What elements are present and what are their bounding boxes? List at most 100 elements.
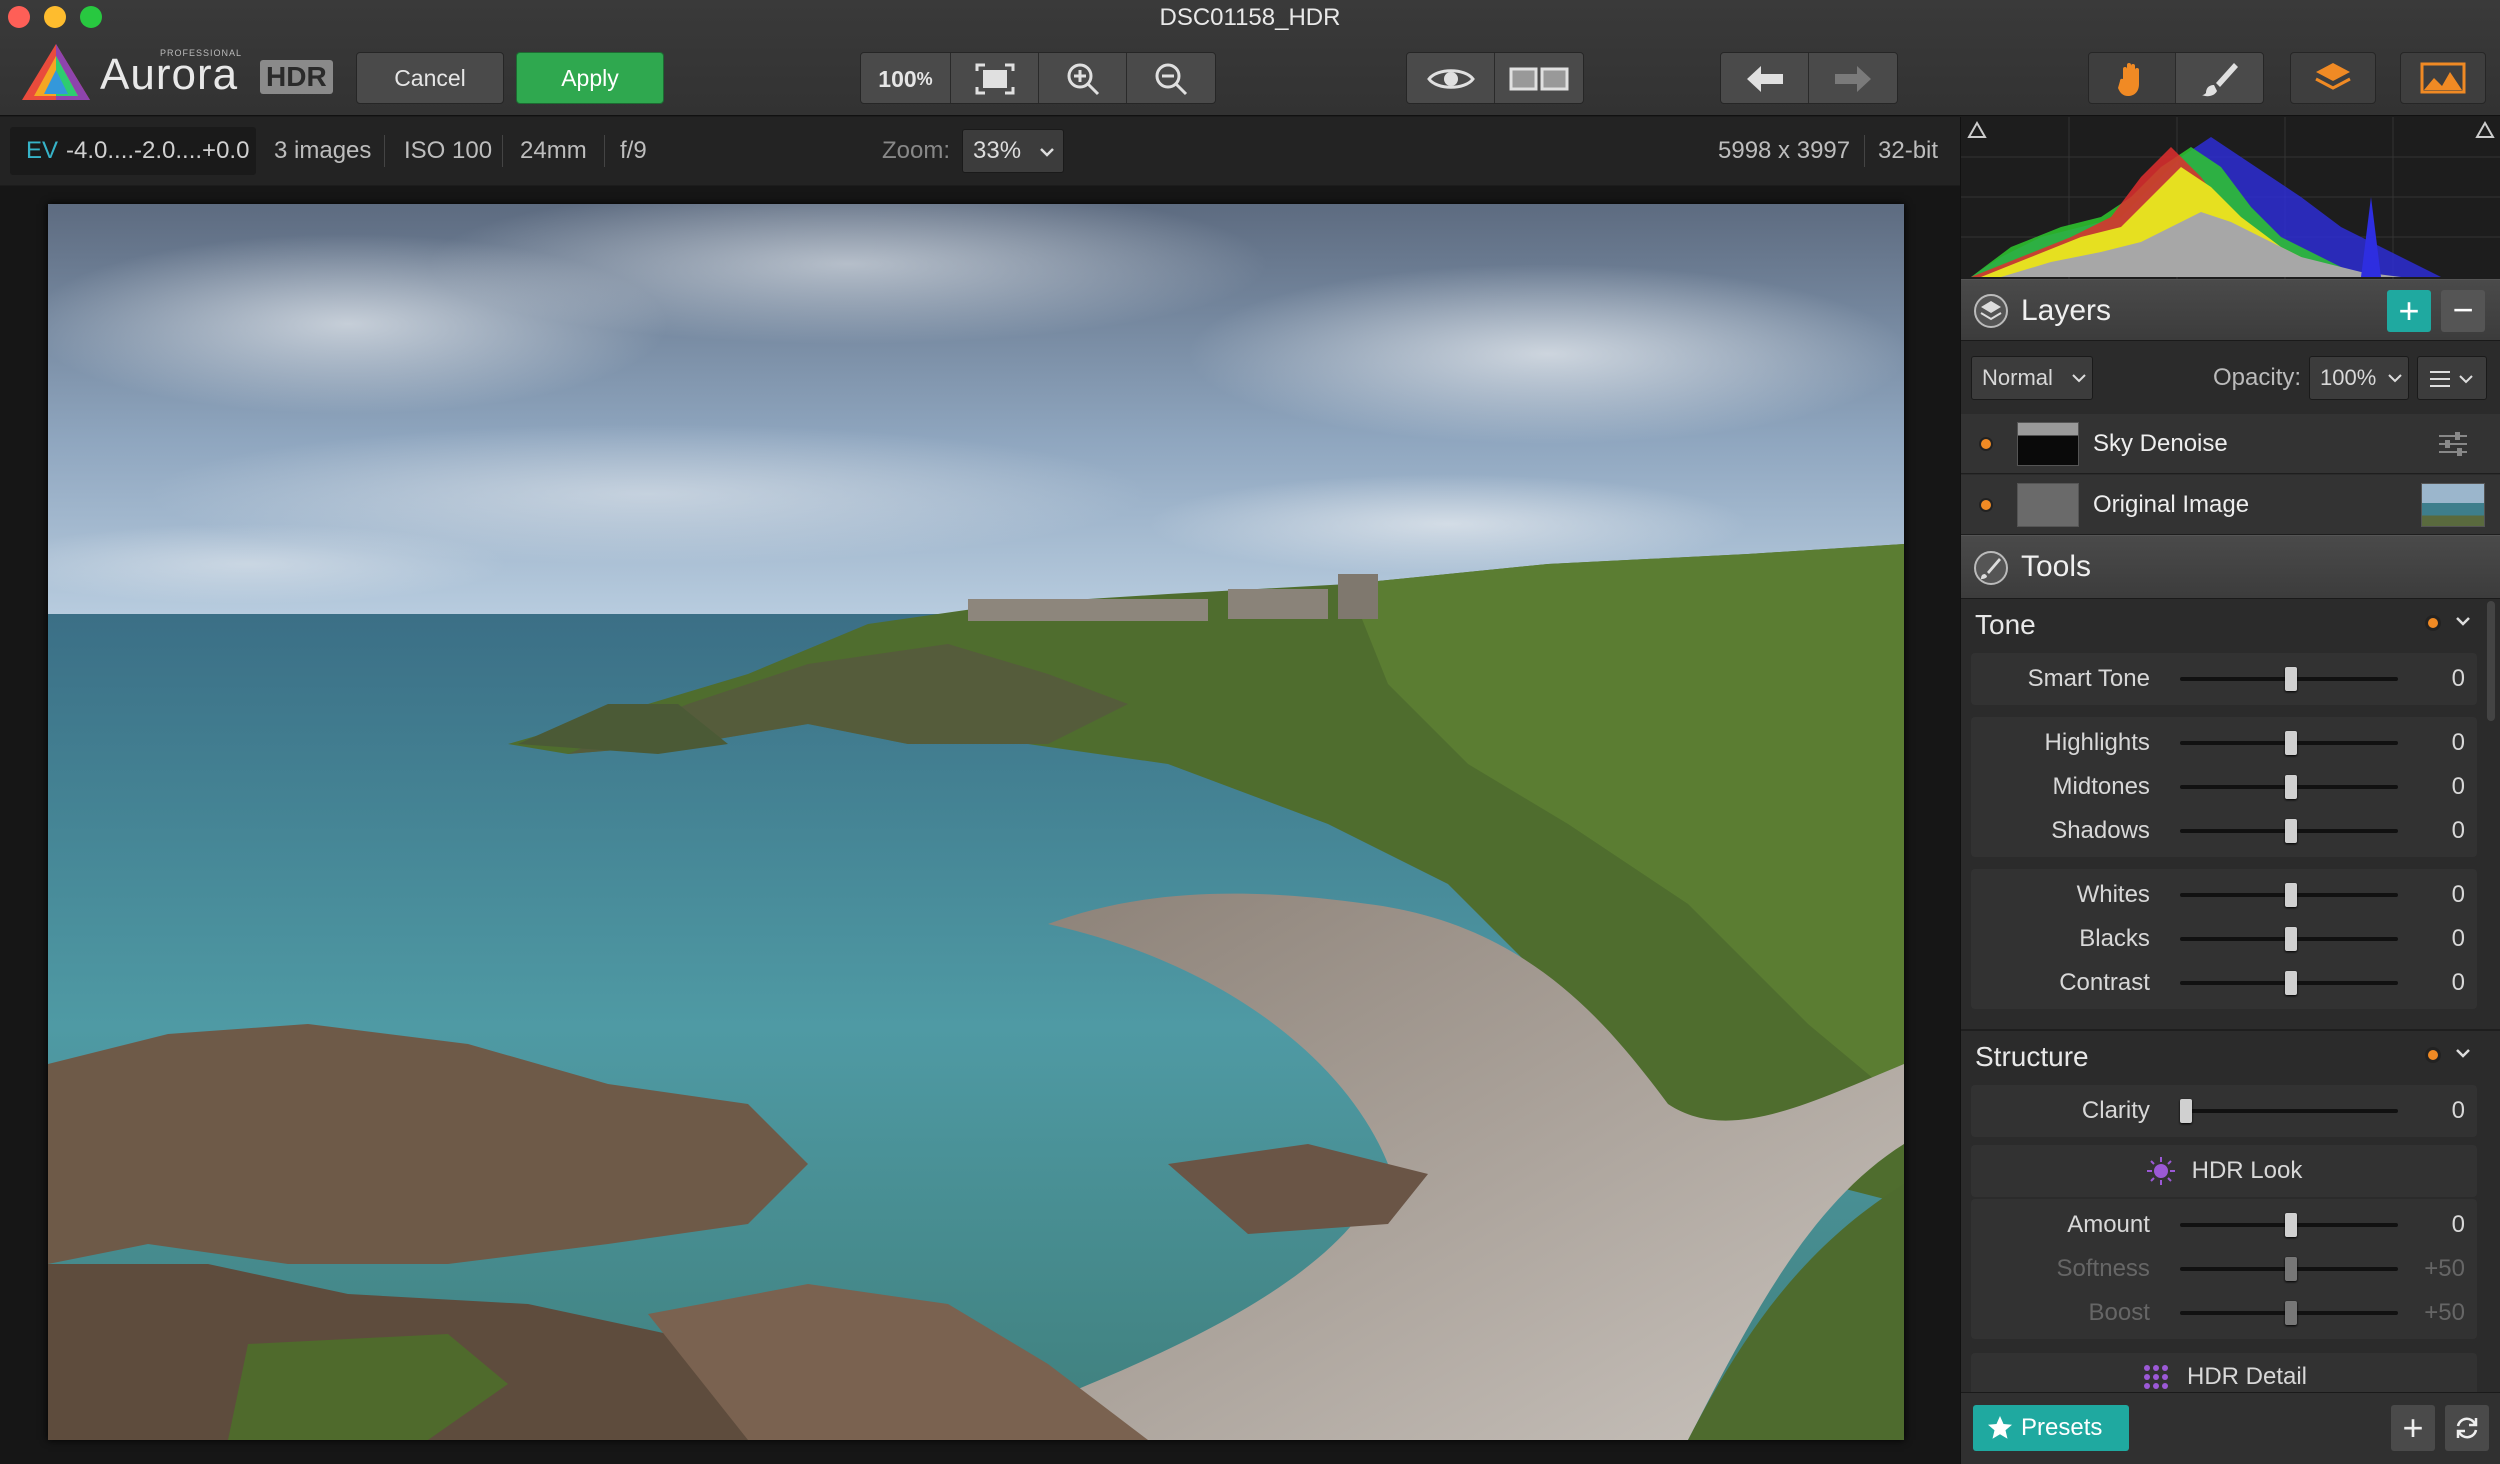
divider xyxy=(1864,135,1865,167)
slider-handle[interactable] xyxy=(2284,731,2297,755)
divider xyxy=(502,135,503,167)
slider-track[interactable] xyxy=(2179,1257,2399,1281)
compare-button[interactable] xyxy=(1495,53,1583,103)
zoom-out-button[interactable] xyxy=(1127,53,1215,103)
shadows-slider-row[interactable]: Shadows 0 xyxy=(1971,809,2477,853)
zoom-100-value: 100 xyxy=(878,65,917,92)
chevron-down-icon[interactable] xyxy=(2455,1047,2471,1059)
slider-track[interactable] xyxy=(2179,819,2399,843)
hdr-detail-header[interactable]: HDR Detail xyxy=(1971,1357,2477,1397)
refresh-button[interactable] xyxy=(2445,1405,2489,1451)
zoom-in-button[interactable] xyxy=(1039,53,1127,103)
brush-tool-button[interactable] xyxy=(2176,53,2263,103)
add-layer-button[interactable]: + xyxy=(2387,290,2431,332)
slider-track[interactable] xyxy=(2179,927,2399,951)
slider-label: Midtones xyxy=(2052,773,2150,800)
slider-track[interactable] xyxy=(2179,1213,2399,1237)
midtones-slider-row[interactable]: Midtones 0 xyxy=(1971,765,2477,809)
clarity-slider-row[interactable]: Clarity 0 xyxy=(1971,1089,2477,1133)
iso-value: ISO 100 xyxy=(404,137,493,164)
amount-slider-row[interactable]: Amount 0 xyxy=(1971,1203,2477,1247)
layer-menu-button[interactable] xyxy=(2417,356,2487,400)
slider-handle[interactable] xyxy=(2284,1213,2297,1237)
slider-handle[interactable] xyxy=(2284,667,2297,691)
fit-to-screen-button[interactable] xyxy=(951,53,1039,103)
structure-title: Structure xyxy=(1975,1041,2089,1072)
chevron-down-icon[interactable] xyxy=(2455,615,2471,627)
presets-button[interactable]: Presets xyxy=(1973,1405,2129,1451)
slider-handle[interactable] xyxy=(2284,1301,2297,1325)
slider-handle[interactable] xyxy=(2284,819,2297,843)
slider-handle[interactable] xyxy=(2284,883,2297,907)
focal-length: 24mm xyxy=(520,137,587,164)
slider-track[interactable] xyxy=(2179,883,2399,907)
apply-button[interactable]: Apply xyxy=(516,52,664,104)
section-enabled-dot[interactable] xyxy=(2425,615,2441,631)
boost-slider-row[interactable]: Boost +50 xyxy=(1971,1291,2477,1335)
slider-track[interactable] xyxy=(2179,971,2399,995)
slider-track[interactable] xyxy=(2179,731,2399,755)
right-panel: Layers + − Normal Opacity: 100% Sky Deno… xyxy=(1960,117,2500,1464)
blend-mode-value: Normal xyxy=(1982,365,2053,390)
softness-slider-row[interactable]: Softness +50 xyxy=(1971,1247,2477,1291)
add-preset-button[interactable]: + xyxy=(2391,1405,2435,1451)
hdr-look-header[interactable]: HDR Look xyxy=(1971,1149,2477,1193)
clarity-group: Clarity 0 xyxy=(1971,1085,2477,1137)
slider-value: 0 xyxy=(2451,773,2465,800)
opacity-value: 100% xyxy=(2320,365,2377,390)
layer-row[interactable]: Original Image xyxy=(1961,475,2500,535)
remove-layer-button[interactable]: − xyxy=(2441,290,2485,332)
slider-track[interactable] xyxy=(2179,1099,2399,1123)
histogram-panel-button[interactable] xyxy=(2400,52,2486,104)
zoom-label: Zoom: xyxy=(882,137,951,164)
hand-icon xyxy=(2118,63,2139,96)
panel-footer: Presets + xyxy=(1961,1392,2500,1464)
coastal-castle-photo xyxy=(48,204,1904,1440)
cancel-button[interactable]: Cancel xyxy=(356,52,504,104)
slider-label: Amount xyxy=(2067,1211,2150,1238)
opacity-label: Opacity: xyxy=(2213,364,2302,391)
slider-handle[interactable] xyxy=(2284,1257,2297,1281)
structure-section-header[interactable]: Structure xyxy=(1961,1033,2500,1077)
smart-tone-slider-row[interactable]: Smart Tone 0 xyxy=(1971,657,2477,701)
contrast-slider-row[interactable]: Contrast 0 xyxy=(1971,961,2477,1005)
slider-label: Boost xyxy=(2088,1299,2150,1326)
highlights-slider-row[interactable]: Highlights 0 xyxy=(1971,721,2477,765)
redo-button[interactable] xyxy=(1809,53,1897,103)
layer-visibility-dot[interactable] xyxy=(1979,437,1993,451)
hdr-look-icon xyxy=(2146,1157,2175,1185)
logo-aurora-text: Aurora xyxy=(100,50,239,99)
slider-value: 0 xyxy=(2451,969,2465,996)
layer-row[interactable]: Sky Denoise xyxy=(1961,414,2500,474)
slider-label: Softness xyxy=(2056,1255,2150,1282)
undo-button[interactable] xyxy=(1721,53,1809,103)
layers-panel-button[interactable] xyxy=(2290,52,2376,104)
hdr-photo[interactable] xyxy=(48,204,1904,1440)
blend-mode-select[interactable]: Normal xyxy=(1971,356,2093,400)
blacks-slider-row[interactable]: Blacks 0 xyxy=(1971,917,2477,961)
slider-handle[interactable] xyxy=(2179,1099,2192,1123)
whites-slider-row[interactable]: Whites 0 xyxy=(1971,873,2477,917)
zoom-out-icon xyxy=(1155,63,1188,96)
slider-value: 0 xyxy=(2451,1097,2465,1124)
window-title: DSC01158_HDR xyxy=(1159,4,1341,31)
tone-section-header[interactable]: Tone xyxy=(1961,601,2500,641)
slider-track[interactable] xyxy=(2179,1301,2399,1325)
filter-settings-icon[interactable] xyxy=(2437,430,2469,458)
slider-handle[interactable] xyxy=(2284,971,2297,995)
zoom-select[interactable]: 33% xyxy=(962,129,1064,173)
hand-tool-button[interactable] xyxy=(2089,53,2176,103)
slider-track[interactable] xyxy=(2179,775,2399,799)
layer-visibility-dot[interactable] xyxy=(1979,498,1993,512)
slider-label: Clarity xyxy=(2081,1097,2150,1124)
opacity-select[interactable]: 100% xyxy=(2309,356,2409,400)
layers-section-icon xyxy=(1974,294,2008,328)
section-enabled-dot[interactable] xyxy=(2425,1047,2441,1063)
preview-toggle-button[interactable] xyxy=(1407,53,1495,103)
slider-handle[interactable] xyxy=(2284,927,2297,951)
slider-track[interactable] xyxy=(2179,667,2399,691)
zoom-100-button[interactable]: 100% xyxy=(861,53,951,103)
image-histogram-icon xyxy=(2420,62,2466,94)
slider-handle[interactable] xyxy=(2284,775,2297,799)
logo-hdr-badge: HDR xyxy=(260,60,333,94)
